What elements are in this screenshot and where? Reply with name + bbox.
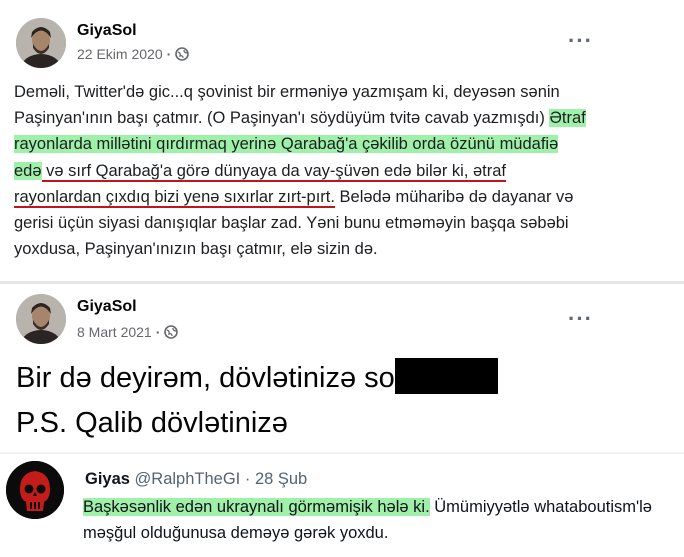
post-text-intro: Deməli, Twitter'də gic...q şovinist bir …	[14, 83, 560, 128]
tweet-handle[interactable]: @RalphTheGI	[135, 470, 241, 488]
highlighted-text: Başkəsənlik edən ukraynalı görməmişik hə…	[83, 498, 430, 516]
avatar[interactable]	[6, 461, 64, 519]
tweet-author[interactable]: Giyas	[85, 470, 130, 488]
post-meta: 22 Ekim 2020 ·	[77, 46, 190, 62]
post-large-text-line2: P.S. Qalib dövlətinizə	[16, 407, 288, 439]
post-large-text: Bir də deyirəm, dövlətinizə so	[16, 362, 395, 394]
avatar-portrait-icon	[16, 18, 66, 68]
facebook-post-1: GiyaSol 22 Ekim 2020 · ··· Deməli, Twitt…	[0, 0, 684, 282]
post-author[interactable]: GiyaSol	[77, 298, 137, 316]
post-date[interactable]: 22 Ekim 2020	[77, 46, 163, 62]
tweet-separator	[0, 452, 684, 454]
post-body: Deməli, Twitter'də gic...q şovinist bir …	[14, 79, 589, 262]
more-options-icon[interactable]: ···	[568, 308, 593, 330]
separator-dot: ·	[166, 46, 172, 62]
avatar-portrait-icon	[16, 294, 66, 344]
redaction-box	[394, 358, 498, 394]
separator-dot: ·	[155, 324, 161, 340]
post-large-text-line1: Bir də deyirəm, dövlətinizə so	[16, 358, 498, 395]
avatar-skull-icon	[6, 461, 64, 519]
globe-icon	[175, 47, 190, 61]
avatar[interactable]	[16, 294, 66, 344]
post-date[interactable]: 8 Mart 2021	[77, 324, 152, 340]
avatar[interactable]	[16, 18, 66, 68]
tweet-time[interactable]: · 28 Şub	[245, 470, 307, 488]
facebook-post-2: GiyaSol 8 Mart 2021 · ··· Bir də deyirəm…	[0, 284, 684, 454]
tweet-body: Başkəsənlik edən ukraynalı görməmişik hə…	[83, 494, 673, 546]
tweet-header: Giyas @RalphTheGI · 28 Şub	[85, 470, 307, 489]
more-options-icon[interactable]: ···	[568, 30, 593, 52]
post-author[interactable]: GiyaSol	[77, 22, 137, 40]
post-meta: 8 Mart 2021 ·	[77, 324, 179, 340]
globe-icon	[164, 325, 179, 339]
